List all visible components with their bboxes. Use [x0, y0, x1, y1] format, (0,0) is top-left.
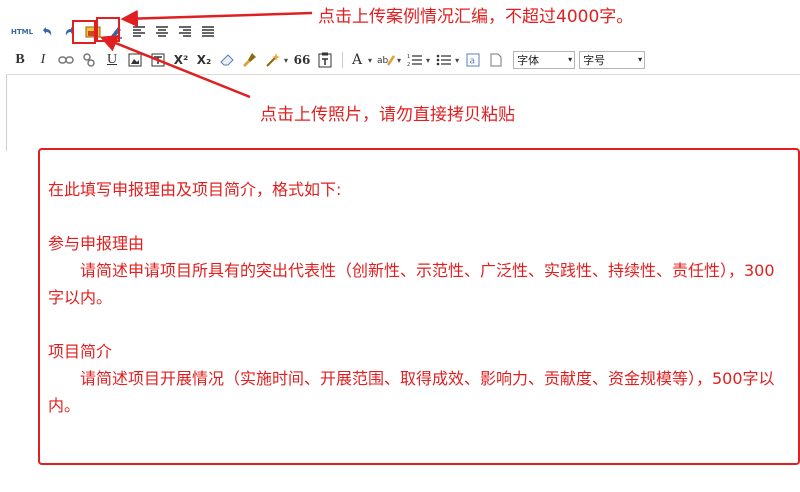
font-color-button[interactable]: A: [347, 50, 367, 70]
italic-button[interactable]: I: [33, 50, 53, 70]
underline-button[interactable]: U: [102, 50, 122, 70]
upload-photo-highlight: [96, 17, 120, 42]
align-left-icon: [133, 26, 145, 37]
magic-button[interactable]: [263, 50, 283, 70]
toolbar-divider: [342, 52, 344, 68]
link-icon: [58, 56, 74, 64]
unlink-button[interactable]: [79, 50, 99, 70]
format-brush-button[interactable]: [240, 50, 260, 70]
section1-title: 参与申报理由: [48, 234, 145, 253]
toolbar-row-2: B I U X² X₂ ▾ 66 A ▾ ab ▾ 1 2 ▾ ▾ a 字体 ▾…: [10, 48, 646, 72]
upload-case-annotation: 点击上传案例情况汇编，不超过4000字。: [318, 7, 634, 27]
page-icon: [490, 53, 502, 67]
eraser-icon: [220, 54, 234, 66]
magic-dropdown-icon[interactable]: ▾: [284, 56, 288, 65]
font-size-select-value: 字号: [583, 54, 606, 67]
svg-text:ab: ab: [377, 56, 389, 66]
align-right-button[interactable]: [175, 22, 195, 42]
section1-body: 请简述申请项目所具有的突出代表性（创新性、示范性、广泛性、实践性、持续性、责任性…: [48, 261, 775, 307]
ordered-list-icon: 12: [407, 54, 423, 67]
format-brush-icon: [243, 53, 256, 67]
instructions-intro: 在此填写申报理由及项目简介，格式如下:: [48, 180, 342, 199]
instructions-box: 在此填写申报理由及项目简介，格式如下: 参与申报理由 请简述申请项目所具有的突出…: [38, 148, 800, 465]
unordered-list-dropdown-icon[interactable]: ▾: [455, 56, 459, 65]
align-justify-button[interactable]: [198, 22, 218, 42]
upload-case-highlight: [72, 20, 96, 44]
unordered-list-icon: [436, 54, 452, 66]
svg-text:a: a: [470, 57, 476, 67]
eraser-button[interactable]: [217, 50, 237, 70]
svg-text:1: 1: [407, 54, 410, 60]
highlight-button[interactable]: ab: [376, 50, 396, 70]
align-justify-icon: [202, 26, 214, 37]
font-color-dropdown-icon[interactable]: ▾: [368, 56, 372, 65]
quote-button[interactable]: 66: [292, 50, 312, 70]
align-center-icon: [156, 26, 168, 37]
subscript-button[interactable]: X₂: [194, 50, 214, 70]
section2-title: 项目简介: [48, 342, 113, 361]
superscript-button[interactable]: X²: [171, 50, 191, 70]
highlight-icon: ab: [377, 55, 396, 66]
paste-text-button[interactable]: [315, 50, 335, 70]
font-size-select[interactable]: 字号 ▾: [579, 51, 646, 69]
image-button[interactable]: [125, 50, 145, 70]
magic-icon: [266, 53, 280, 67]
page-button[interactable]: [486, 50, 506, 70]
align-right-icon: [179, 26, 191, 37]
undo-icon: [43, 27, 52, 36]
unlink-icon: [83, 53, 95, 67]
upload-photo-annotation: 点击上传照片，请勿直接拷贝粘贴: [260, 105, 515, 125]
ordered-list-button[interactable]: 12: [405, 50, 425, 70]
bold-button[interactable]: B: [10, 50, 30, 70]
font-size-dropdown-icon: ▾: [638, 55, 643, 64]
section2-body: 请简述项目开展情况（实施时间、开展范围、取得成效、影响力、贡献度、资金规模等），…: [48, 369, 775, 415]
font-family-dropdown-icon: ▾: [568, 55, 573, 64]
strikethrough-icon: [151, 53, 165, 67]
html-source-button[interactable]: HTML: [10, 22, 34, 42]
strikethrough-button[interactable]: [148, 50, 168, 70]
unordered-list-button[interactable]: [434, 50, 454, 70]
align-center-button[interactable]: [152, 22, 172, 42]
svg-text:2: 2: [407, 62, 410, 67]
image-icon: [128, 53, 142, 67]
link-button[interactable]: [56, 50, 76, 70]
font-family-select-value: 字体: [517, 54, 540, 67]
font-family-select[interactable]: 字体 ▾: [513, 51, 576, 69]
align-left-button[interactable]: [129, 22, 149, 42]
ordered-list-dropdown-icon[interactable]: ▾: [426, 56, 430, 65]
bracket-icon: a: [466, 53, 480, 67]
undo-button[interactable]: [37, 22, 57, 42]
bracket-button[interactable]: a: [463, 50, 483, 70]
highlight-dropdown-icon[interactable]: ▾: [397, 56, 401, 65]
paste-text-icon: [318, 52, 332, 68]
